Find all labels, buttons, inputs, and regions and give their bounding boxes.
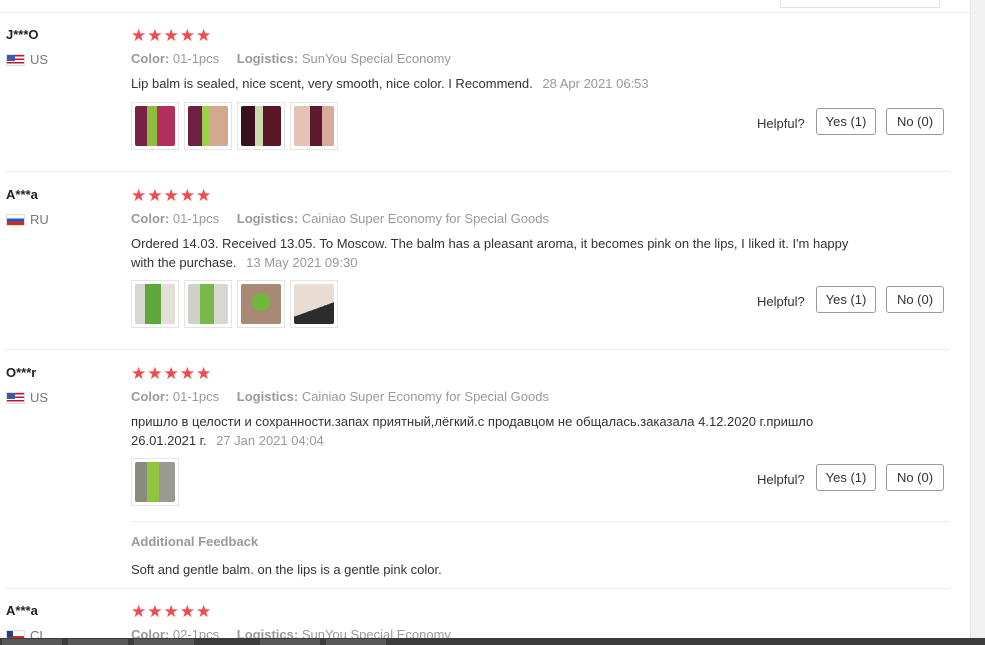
taskbar-item[interactable] [326, 639, 386, 645]
country-code: CL [30, 628, 47, 638]
review-meta: Color: 01-1pcs Logistics: Cainiao Super … [131, 211, 549, 226]
taskbar-item[interactable] [134, 639, 194, 645]
sort-select[interactable] [780, 0, 940, 8]
review-meta: Color: 01-1pcs Logistics: Cainiao Super … [131, 389, 549, 404]
country-code: RU [30, 212, 49, 227]
rating-stars: ★★★★★ [131, 602, 213, 621]
reviewer-country: CL [6, 628, 47, 638]
reviewer-country: US [6, 52, 48, 67]
helpful-yes-button[interactable]: Yes (1) [816, 108, 876, 135]
review-photo-thumb[interactable] [237, 280, 285, 328]
review-photo-thumb[interactable] [290, 280, 338, 328]
logistics-label: Logistics: [236, 51, 299, 66]
review-photo-thumb[interactable] [184, 102, 232, 150]
logistics-label: Logistics: [236, 389, 299, 404]
color-label: Color: [131, 389, 170, 404]
review-meta: Color: 01-1pcs Logistics: SunYou Special… [131, 51, 451, 66]
review-photo-thumb[interactable] [237, 102, 285, 150]
color-label: Color: [131, 627, 170, 638]
helpful-yes-button[interactable]: Yes (1) [816, 464, 876, 491]
color-value: 01-1pcs [172, 51, 220, 66]
us-flag-icon [6, 53, 25, 66]
color-value: 01-1pcs [172, 389, 220, 404]
reviewer-country: RU [6, 212, 49, 227]
review-photo-thumb[interactable] [290, 102, 338, 150]
review-divider [5, 171, 950, 172]
review-photo-thumb[interactable] [184, 280, 232, 328]
review-meta: Color: 02-1pcs Logistics: SunYou Special… [131, 627, 451, 638]
review-divider [5, 349, 950, 350]
review-photos [131, 458, 179, 506]
taskbar-item[interactable] [260, 639, 320, 645]
review-photos [131, 280, 338, 328]
helpful-yes-button[interactable]: Yes (1) [816, 286, 876, 313]
review-divider [5, 588, 950, 589]
additional-feedback-title: Additional Feedback [131, 534, 259, 549]
review-text: пришло в целости и сохранности.запах при… [131, 412, 851, 450]
rating-stars: ★★★★★ [131, 186, 213, 205]
country-code: US [30, 52, 49, 67]
review-date: 28 Apr 2021 06:53 [542, 76, 649, 91]
review-photo-thumb[interactable] [131, 280, 179, 328]
logistics-label: Logistics: [236, 627, 299, 638]
taskbar-item[interactable] [2, 639, 62, 645]
color-label: Color: [131, 211, 170, 226]
review-text: Ordered 14.03. Received 13.05. To Moscow… [131, 234, 851, 272]
additional-feedback-text: Soft and gentle balm. on the lips is a g… [131, 562, 442, 577]
us-flag-icon [6, 391, 25, 404]
scrollbar[interactable] [970, 0, 985, 638]
logistics-value: SunYou Special Economy [301, 627, 451, 638]
helpful-no-button[interactable]: No (0) [886, 464, 944, 491]
logistics-value: Cainiao Super Economy for Special Goods [301, 389, 549, 404]
review-date: 13 May 2021 09:30 [246, 255, 358, 270]
helpful-label: Helpful? [757, 472, 805, 487]
country-code: US [30, 390, 49, 405]
helpful-no-button[interactable]: No (0) [886, 286, 944, 313]
reviewer-name: O***r [6, 365, 37, 380]
review-body: Ordered 14.03. Received 13.05. To Moscow… [131, 236, 849, 270]
helpful-label: Helpful? [757, 116, 805, 131]
logistics-label: Logistics: [236, 211, 299, 226]
reviewer-name: A***a [6, 603, 38, 618]
rating-stars: ★★★★★ [131, 364, 213, 383]
review-feed: J***O US ★★★★★ Color: 01-1pcs Logistics:… [0, 12, 970, 638]
color-value: 02-1pcs [172, 627, 220, 638]
taskbar-item[interactable] [68, 639, 128, 645]
review-date: 27 Jan 2021 04:04 [216, 433, 324, 448]
reviewer-name: A***a [6, 187, 38, 202]
review-text: Lip balm is sealed, nice scent, very smo… [131, 74, 851, 93]
additional-feedback-divider [131, 521, 950, 522]
review-photo-thumb[interactable] [131, 102, 179, 150]
review-photos [131, 102, 338, 150]
reviewer-name: J***O [6, 27, 39, 42]
ru-flag-icon [6, 213, 25, 226]
cl-flag-icon [6, 629, 25, 638]
reviewer-country: US [6, 390, 48, 405]
review-photo-thumb[interactable] [131, 458, 179, 506]
logistics-value: Cainiao Super Economy for Special Goods [301, 211, 549, 226]
helpful-label: Helpful? [757, 294, 805, 309]
review-body: Lip balm is sealed, nice scent, very smo… [131, 76, 533, 91]
rating-stars: ★★★★★ [131, 26, 213, 45]
os-taskbar [0, 638, 985, 645]
color-value: 01-1pcs [172, 211, 220, 226]
logistics-value: SunYou Special Economy [301, 51, 451, 66]
color-label: Color: [131, 51, 170, 66]
helpful-no-button[interactable]: No (0) [886, 108, 944, 135]
